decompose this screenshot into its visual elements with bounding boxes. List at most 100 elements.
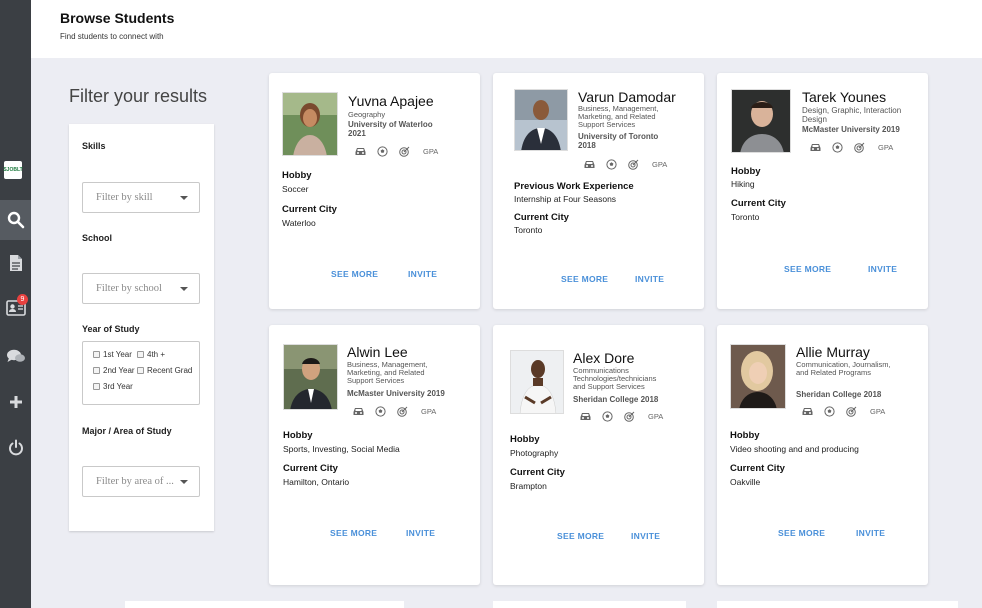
car-icon [355, 148, 366, 155]
filter-heading: Filter your results [69, 86, 208, 106]
soccer-ball-icon [824, 406, 835, 417]
soccer-ball-icon [606, 159, 617, 170]
target-icon [628, 159, 639, 170]
section-value: Sports, Investing, Social Media [283, 444, 400, 454]
section-value: Waterloo [282, 218, 316, 228]
target-icon [854, 142, 865, 153]
student-card: Alex Dore Communications Technologies/te… [493, 325, 704, 585]
see-more-button[interactable]: SEE MORE [561, 274, 608, 284]
student-school: Sheridan College 2018 [796, 390, 882, 399]
car-icon [353, 408, 364, 415]
student-name[interactable]: Yuvna Apajee [348, 93, 434, 109]
student-attribute-icons: GPA [580, 411, 663, 422]
section-label: Current City [514, 212, 569, 223]
section-label: Hobby [510, 434, 540, 445]
section-label: Hobby [731, 166, 761, 177]
student-photo [282, 92, 338, 156]
student-card: Alwin Lee Business, Management, Marketin… [269, 325, 480, 585]
invite-button[interactable]: INVITE [406, 528, 435, 538]
see-more-button[interactable]: SEE MORE [557, 531, 604, 541]
page-subtitle: Find students to connect with [60, 32, 164, 41]
car-icon [802, 408, 813, 415]
school-select[interactable]: Filter by school [82, 273, 200, 304]
section-label: Current City [731, 198, 786, 209]
invite-button[interactable]: INVITE [635, 274, 664, 284]
student-major: Communication, Journalism, and Related P… [796, 360, 891, 377]
student-name[interactable]: Alex Dore [573, 350, 634, 366]
sidebar: SJOBLT 9 [0, 0, 31, 608]
invite-button[interactable]: INVITE [631, 531, 660, 541]
student-name[interactable]: Varun Damodar [578, 89, 676, 105]
student-name[interactable]: Alwin Lee [347, 344, 408, 360]
caret-down-icon [180, 480, 188, 484]
year-label: Year of Study [82, 324, 140, 334]
section-label: Current City [282, 204, 337, 215]
student-school: University of Waterloo 2021 [348, 120, 433, 138]
target-icon [846, 406, 857, 417]
partial-card [125, 601, 404, 608]
gpa-label: GPA [423, 147, 439, 156]
document-icon[interactable] [0, 243, 31, 283]
student-photo [510, 350, 564, 414]
student-attribute-icons: GPA [584, 159, 667, 170]
contact-card-icon[interactable] [0, 288, 31, 328]
target-icon [624, 411, 635, 422]
caret-down-icon [180, 196, 188, 200]
year-checkbox-group: 1st Year 4th + 2nd Year Recent Grad 3rd … [82, 341, 200, 405]
skills-select[interactable]: Filter by skill [82, 182, 200, 213]
invite-button[interactable]: INVITE [856, 528, 885, 538]
student-card: Tarek Younes Design, Graphic, Interactio… [717, 73, 928, 309]
logo-icon[interactable]: SJOBLT [3, 161, 23, 179]
notification-badge: 9 [17, 294, 28, 305]
section-label: Current City [283, 463, 338, 474]
soccer-ball-icon [832, 142, 843, 153]
section-label: Current City [510, 467, 565, 478]
student-name[interactable]: Allie Murray [796, 344, 870, 360]
student-major: Design, Graphic, Interaction Design [802, 106, 902, 124]
section-label: Hobby [283, 430, 313, 441]
gpa-label: GPA [870, 407, 886, 416]
power-icon[interactable] [0, 427, 31, 467]
soccer-ball-icon [602, 411, 613, 422]
see-more-button[interactable]: SEE MORE [784, 264, 831, 274]
student-name[interactable]: Tarek Younes [802, 89, 886, 105]
student-school: Sheridan College 2018 [573, 395, 659, 404]
section-value: Toronto [731, 212, 760, 222]
caret-down-icon [180, 287, 188, 291]
year-checkbox-3rd[interactable]: 3rd Year [93, 382, 133, 391]
section-value: Brampton [510, 481, 547, 491]
plus-icon[interactable] [0, 382, 31, 422]
student-school: McMaster University 2019 [347, 389, 445, 398]
search-icon[interactable] [0, 200, 31, 240]
student-photo [730, 344, 786, 409]
section-value: Photography [510, 448, 559, 458]
car-icon [810, 144, 821, 151]
major-select[interactable]: Filter by area of ... [82, 466, 200, 497]
student-major: Business, Management, Marketing, and Rel… [578, 104, 659, 129]
gpa-label: GPA [878, 143, 894, 152]
target-icon [399, 146, 410, 157]
student-card: Yuvna Apajee Geography University of Wat… [269, 73, 480, 309]
target-icon [397, 406, 408, 417]
see-more-button[interactable]: SEE MORE [778, 528, 825, 538]
student-major: Geography [348, 110, 386, 119]
section-value: Soccer [282, 184, 309, 194]
student-attribute-icons: GPA [355, 146, 438, 157]
see-more-button[interactable]: SEE MORE [331, 269, 378, 279]
year-checkbox-recent-grad[interactable]: Recent Grad [137, 366, 192, 375]
invite-button[interactable]: INVITE [408, 269, 437, 279]
student-attribute-icons: GPA [810, 142, 893, 153]
section-value: Hiking [731, 179, 755, 189]
year-checkbox-2nd[interactable]: 2nd Year [93, 366, 135, 375]
student-attribute-icons: GPA [802, 406, 885, 417]
gpa-label: GPA [421, 407, 437, 416]
student-photo [514, 89, 568, 151]
year-checkbox-4th[interactable]: 4th + [137, 350, 165, 359]
invite-button[interactable]: INVITE [868, 264, 897, 274]
student-school: University of Toronto 2018 [578, 132, 659, 150]
soccer-ball-icon [377, 146, 388, 157]
student-photo [283, 344, 338, 410]
year-checkbox-1st[interactable]: 1st Year [93, 350, 132, 359]
chat-icon[interactable] [0, 336, 31, 376]
see-more-button[interactable]: SEE MORE [330, 528, 377, 538]
